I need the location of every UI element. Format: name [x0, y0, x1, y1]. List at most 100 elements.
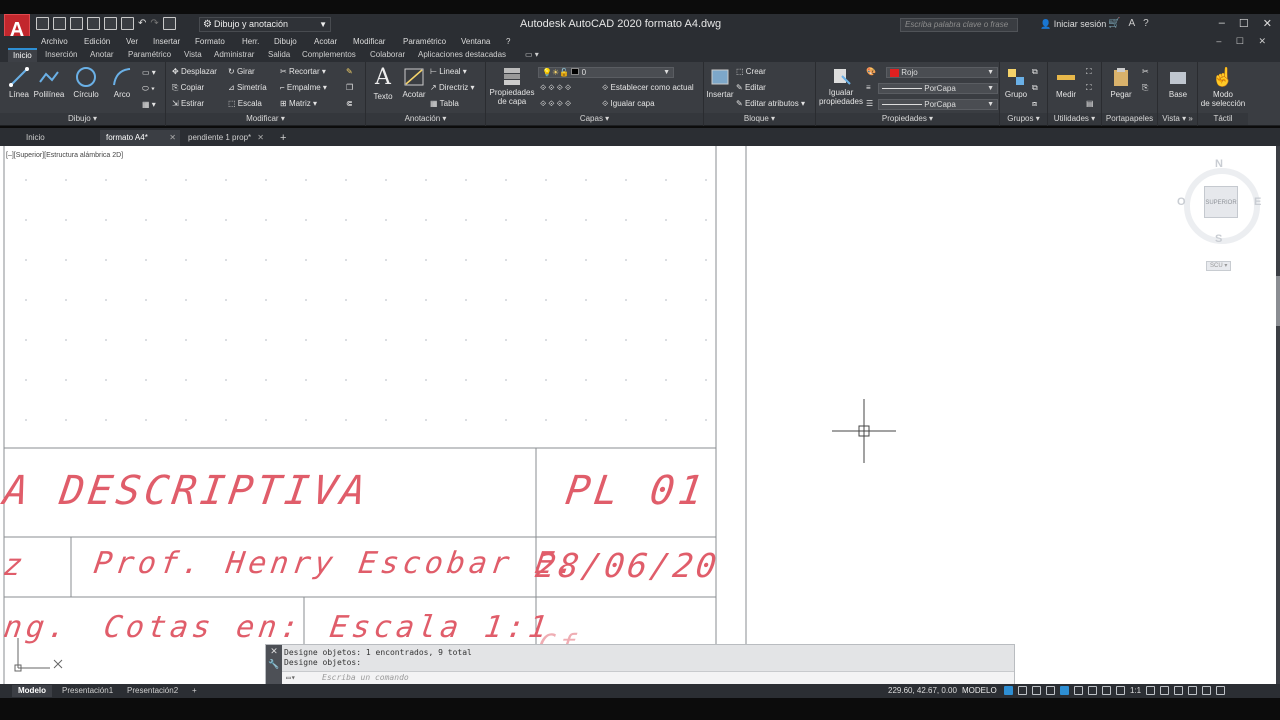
panel-title-anotacion[interactable]: Anotación ▾ [366, 113, 485, 125]
linetype-select[interactable]: PorCapa ▼ [878, 83, 998, 94]
document-window-controls[interactable]: – ☐ ✕ [1216, 36, 1272, 47]
panel-title-portapapeles[interactable]: Portapapeles [1102, 113, 1157, 125]
menu-acotar[interactable]: Acotar [314, 36, 337, 48]
explode-icon[interactable]: ❐ [346, 83, 353, 93]
save-as-icon[interactable] [87, 17, 100, 30]
viewcube-face[interactable]: SUPERIOR [1204, 186, 1238, 218]
panel-title-dibujo[interactable]: Dibujo ▾ [0, 113, 165, 125]
copy-clip-icon[interactable]: ⎘ [1142, 83, 1148, 93]
layer-tools-row-1[interactable]: ⟐⟐⟐⟐ [540, 83, 573, 93]
tab-aplicaciones-destacadas[interactable]: Aplicaciones destacadas [418, 49, 506, 61]
group-edit-icon[interactable]: ⧉ [1032, 83, 1038, 93]
tab-vista[interactable]: Vista [184, 49, 202, 61]
copy-button[interactable]: ⎘ Copiar [172, 83, 204, 93]
add-layout-button[interactable]: + [186, 685, 203, 697]
menu-parametrico[interactable]: Paramétrico [403, 36, 446, 48]
tab-inicio[interactable]: Inicio [8, 48, 37, 62]
panel-title-propiedades[interactable]: Propiedades ▾ [816, 113, 999, 125]
viewcube-south[interactable]: S [1215, 233, 1222, 245]
leader-button[interactable]: ↗ Directriz ▾ [430, 83, 475, 93]
text-button[interactable]: A Texto [370, 66, 396, 102]
layout-tab-modelo[interactable]: Modelo [12, 685, 52, 697]
trim-button[interactable]: ✂ Recortar ▾ [280, 67, 326, 77]
edit-block-button[interactable]: ✎ Editar [736, 83, 766, 93]
polyline-button[interactable]: Polilínea [32, 66, 66, 99]
drawing-area[interactable]: [–][Superior][Estructura alámbrica 2D] A… [0, 146, 1276, 684]
array-button[interactable]: ⊞ Matriz ▾ [280, 99, 317, 109]
ucs-menu[interactable]: SCU ▾ [1206, 261, 1232, 271]
layout-tab-presentacion2[interactable]: Presentación2 [121, 685, 184, 697]
search-input[interactable]: Escriba palabra clave o frase [900, 18, 1018, 32]
grid-icon[interactable] [1004, 686, 1013, 695]
menu-dibujo[interactable]: Dibujo [274, 36, 297, 48]
insert-block-button[interactable]: Insertar [706, 66, 734, 99]
isolate-icon[interactable] [1174, 686, 1184, 695]
redo-icon[interactable]: ↷ [150, 18, 158, 29]
erase-icon[interactable]: ✎ [346, 67, 353, 77]
close-tab-icon[interactable]: ✕ [169, 130, 176, 146]
exchange-icon[interactable]: A [1128, 18, 1135, 29]
command-input[interactable]: ▭▾ Escriba un comando [282, 671, 1014, 684]
layer-properties-button[interactable]: Propiedades de capa [488, 66, 536, 106]
osnap-icon[interactable] [1060, 686, 1069, 695]
print-icon[interactable] [121, 17, 134, 30]
tab-salida[interactable]: Salida [268, 49, 290, 61]
menu-help[interactable]: ? [506, 36, 510, 48]
close-tab-icon[interactable]: ✕ [257, 130, 264, 146]
measure-button[interactable]: Medir [1050, 66, 1082, 99]
workspace-select[interactable]: ⚙ Dibujo y anotación ▼ [199, 17, 331, 32]
panel-title-bloque[interactable]: Bloque ▾ [704, 113, 815, 125]
mirror-button[interactable]: ⊿ Simetría [228, 83, 267, 93]
tab-parametrico[interactable]: Paramétrico [128, 49, 171, 61]
color-select[interactable]: Rojo ▼ [886, 67, 998, 78]
coordinates-display[interactable]: 229.60, 42.67, 0.00 [888, 685, 957, 697]
command-prompt-icon[interactable]: ▭▾ [286, 672, 296, 684]
tab-complementos[interactable]: Complementos [302, 49, 356, 61]
panel-title-capas[interactable]: Capas ▾ [486, 113, 703, 125]
viewcube-west[interactable]: O [1177, 196, 1186, 208]
panel-title-grupos[interactable]: Grupos ▾ [1000, 113, 1047, 125]
set-current-button[interactable]: ⟐ Establecer como actual [602, 83, 694, 93]
base-view-button[interactable]: Base [1162, 66, 1194, 99]
menu-insertar[interactable]: Insertar [153, 36, 180, 48]
file-tab-formato-a4[interactable]: formato A4* ✕ [100, 130, 180, 146]
model-space-button[interactable]: MODELO [962, 685, 997, 697]
panel-title-utilidades[interactable]: Utilidades ▾ [1048, 113, 1101, 125]
minimize-button[interactable]: – [1219, 17, 1225, 30]
dimension-button[interactable]: Acotar [400, 66, 428, 99]
customization-icon[interactable] [1216, 686, 1226, 695]
undo-icon[interactable]: ↶ [138, 18, 146, 29]
tab-administrar[interactable]: Administrar [214, 49, 254, 61]
new-tab-button[interactable]: + [274, 130, 294, 146]
sign-in-button[interactable]: 👤 Iniciar sesión [1040, 19, 1106, 30]
auto-scale-icon[interactable] [1116, 686, 1125, 695]
linear-button[interactable]: ⊢ Lineal ▾ [430, 67, 467, 77]
save-icon[interactable] [70, 17, 83, 30]
panel-title-vista[interactable]: Vista ▾ » [1158, 113, 1197, 125]
tab-insercion[interactable]: Inserción [45, 49, 77, 61]
vertical-scrollbar[interactable] [1276, 146, 1280, 684]
line-button[interactable]: Línea [6, 66, 32, 99]
selection-cycling-icon[interactable] [1088, 686, 1097, 695]
file-tab-pendiente[interactable]: pendiente 1 prop* ✕ [182, 130, 268, 146]
circle-button[interactable]: Círculo [70, 66, 102, 99]
close-button[interactable]: ✕ [1263, 17, 1272, 30]
rectangle-icon[interactable]: ▭ ▾ [142, 68, 156, 78]
annotation-visibility-icon[interactable] [1102, 686, 1111, 695]
clean-screen-icon[interactable] [1202, 686, 1212, 695]
plus-icon[interactable] [1160, 686, 1170, 695]
command-line-handle[interactable]: ✕ 🔧 [266, 645, 282, 685]
scale-button[interactable]: ⬚ Escala [228, 99, 262, 109]
arc-button[interactable]: Arco [108, 66, 136, 99]
edit-attributes-button[interactable]: ✎ Editar atributos ▾ [736, 99, 805, 109]
menu-ventana[interactable]: Ventana [461, 36, 490, 48]
stretch-button[interactable]: ⇲ Estirar [172, 99, 204, 109]
menu-edicion[interactable]: Edición [84, 36, 110, 48]
annotation-scale[interactable]: 1:1 [1130, 686, 1141, 696]
tab-anotar[interactable]: Anotar [90, 49, 114, 61]
menu-modificar[interactable]: Modificar [353, 36, 385, 48]
tab-colaborar[interactable]: Colaborar [370, 49, 405, 61]
select-all-icon[interactable]: ⛶ [1086, 83, 1092, 93]
fillet-button[interactable]: ⌐ Empalme ▾ [280, 83, 327, 93]
menu-archivo[interactable]: Archivo [41, 36, 68, 48]
